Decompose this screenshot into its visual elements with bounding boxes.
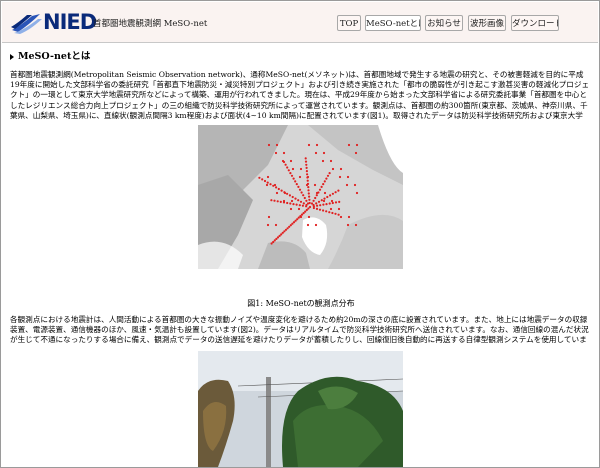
station-map-figure <box>198 125 403 269</box>
nav-waveform[interactable]: 波形画像 <box>468 15 506 31</box>
nav-download[interactable]: ダウンロード <box>511 15 559 31</box>
station-photo <box>198 351 403 467</box>
nav-news[interactable]: お知らせ <box>425 15 463 31</box>
logo-mark-icon <box>11 14 42 34</box>
equipment-paragraph: 各観測点における地震計は、人間活動による首都圏の大きな振動ノイズや温度変化を避け… <box>10 315 589 346</box>
intro-paragraph: 首都圏地震観測網(Metropolitan Seismic Observatio… <box>10 70 590 120</box>
section-heading: MeSO-netとは <box>10 48 590 64</box>
nav-top[interactable]: TOP <box>337 15 361 31</box>
nav-about[interactable]: MeSO-netとは <box>365 15 421 31</box>
figure1-caption: 図1: MeSO-netの観測点分布 <box>247 299 355 308</box>
logo-text: NIED <box>43 10 97 34</box>
triangle-bullet-icon <box>10 53 14 60</box>
section-heading-text: MeSO-netとは <box>18 51 91 62</box>
page-frame: NIED 首都圏地震観測網 MeSO-net TOP MeSO-netとは お知… <box>0 0 600 468</box>
site-header: NIED 首都圏地震観測網 MeSO-net TOP MeSO-netとは お知… <box>2 2 598 43</box>
nied-logo[interactable]: NIED <box>10 10 97 36</box>
site-title: 首都圏地震観測網 MeSO-net <box>93 19 208 29</box>
